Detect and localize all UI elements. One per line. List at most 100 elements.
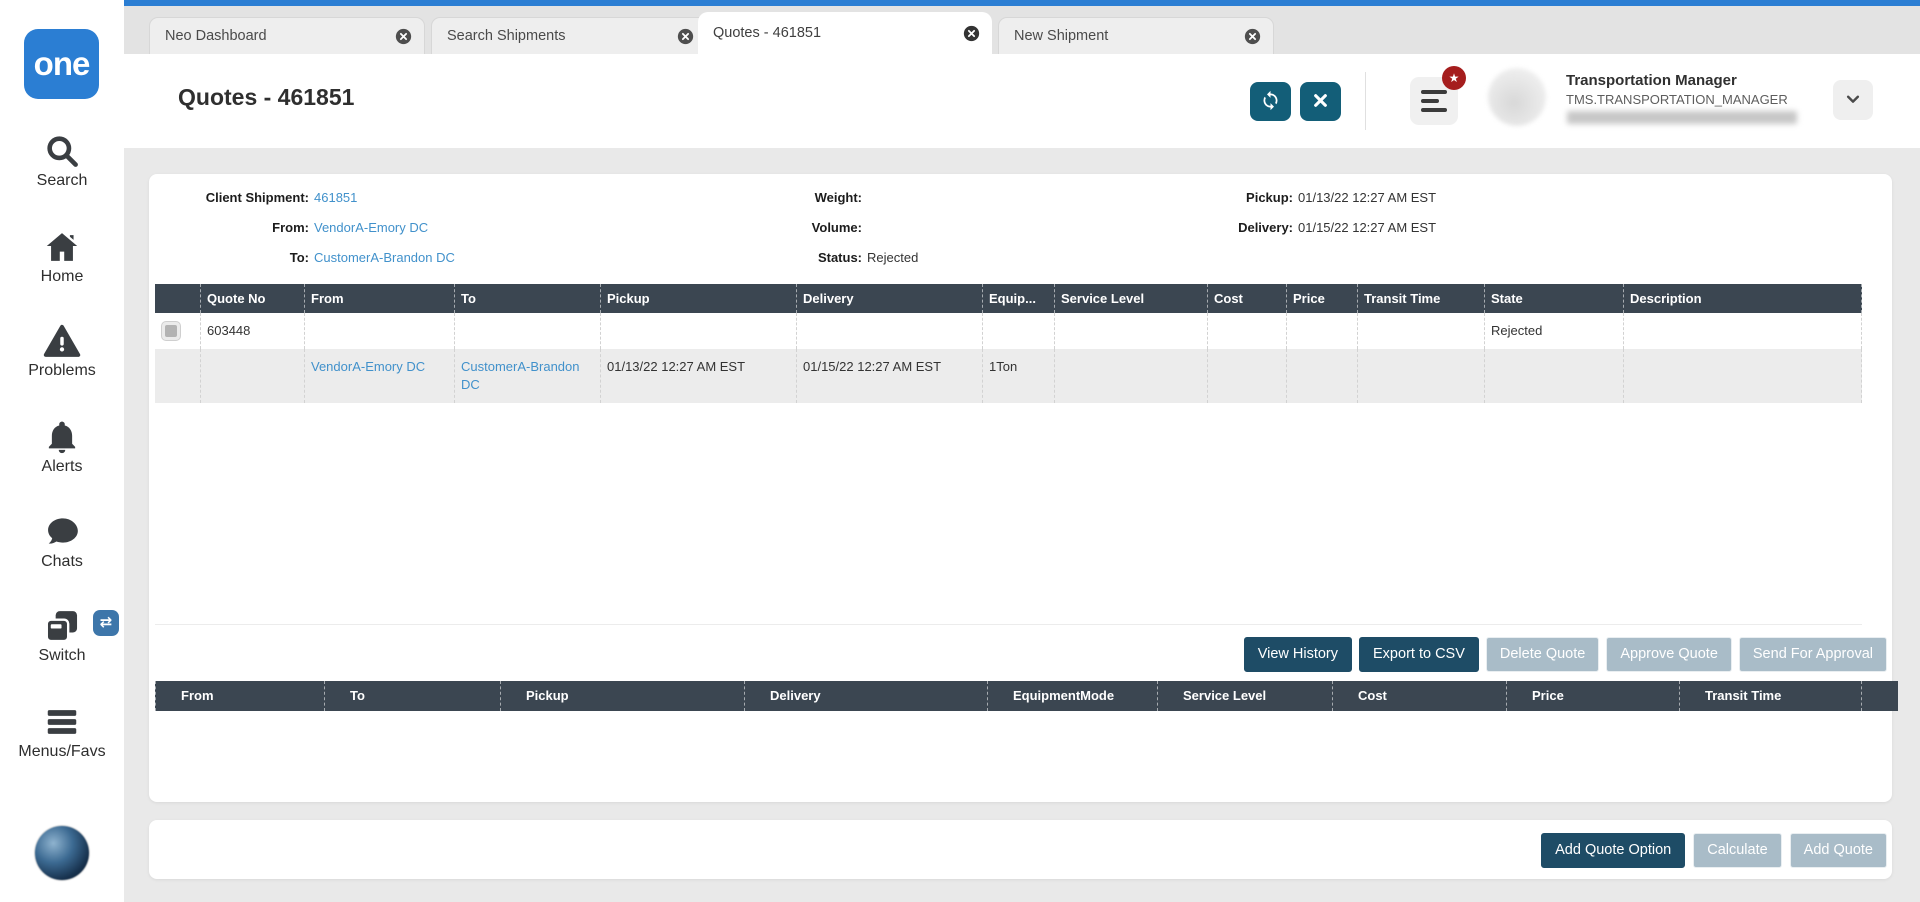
chevron-down-icon [1844,90,1862,111]
table-cell [1054,349,1207,403]
volume-label: Volume: [811,220,862,235]
tab-label: Search Shipments [447,28,566,44]
options-table-header: From To Pickup Delivery EquipmentMode Se… [155,681,1898,711]
approve-quote-button[interactable]: Approve Quote [1606,637,1732,672]
column-header[interactable]: Service Level [1054,284,1207,313]
column-header[interactable]: Price [1286,284,1357,313]
table-cell [1623,313,1862,349]
sidebar-item-search[interactable]: Search [0,132,124,190]
column-header[interactable]: To [454,284,600,313]
tab-label: Neo Dashboard [165,28,267,44]
home-icon [0,228,124,266]
quote-option-row[interactable]: VendorA-Emory DC CustomerA-Brandon DC 01… [155,349,1862,403]
footer-panel: Add Quote Option Calculate Add Quote [149,820,1892,879]
weight-row: Weight: [709,188,867,208]
column-header[interactable]: Delivery [744,681,987,711]
tab-search-shipments[interactable]: Search Shipments [431,17,707,54]
switch-version-badge[interactable]: ⇄ [93,610,119,636]
column-header[interactable]: Equip... [982,284,1054,313]
table-cell [796,313,982,349]
status-label: Status: [817,250,862,265]
table-cell [982,313,1054,349]
row-checkbox[interactable] [161,321,181,341]
option-from-link[interactable]: VendorA-Emory DC [311,359,425,374]
table-cell [1054,313,1207,349]
sidebar-item-home[interactable]: Home [0,228,124,286]
column-header[interactable]: EquipmentMode [987,681,1157,711]
column-header[interactable]: From [155,681,324,711]
sidebar-item-label: Switch [38,647,86,664]
column-header[interactable]: From [304,284,454,313]
from-label: From: [272,220,309,235]
export-to-csv-button[interactable]: Export to CSV [1359,637,1479,672]
quote-row[interactable]: 603448 Rejected [155,313,1862,349]
view-history-button[interactable]: View History [1243,637,1353,672]
send-for-approval-button[interactable]: Send For Approval [1738,637,1887,672]
table-cell [200,349,304,403]
quotes-panel: Client Shipment: 461851 From: VendorA-Em… [149,174,1898,802]
column-header[interactable]: Pickup [500,681,744,711]
sidebar-item-alerts[interactable]: Alerts [0,418,124,476]
add-quote-button[interactable]: Add Quote [1789,833,1887,868]
weight-label: Weight: [814,190,862,205]
column-header[interactable]: Pickup [600,284,796,313]
close-icon[interactable] [1244,28,1261,45]
client-shipment-link[interactable]: 461851 [314,190,357,205]
close-view-button[interactable] [1300,82,1341,121]
calculate-button[interactable]: Calculate [1693,833,1782,868]
table-cell [1357,313,1484,349]
sidebar-item-problems[interactable]: Problems [0,322,124,380]
column-header[interactable]: Transit Time [1357,284,1484,313]
close-icon[interactable] [963,25,980,42]
close-icon[interactable] [677,28,694,45]
option-pickup-cell: 01/13/22 12:27 AM EST [600,349,796,403]
table-cell [1286,313,1357,349]
delivery-value: 01/15/22 12:27 AM EST [1298,220,1437,235]
delete-quote-button[interactable]: Delete Quote [1485,637,1600,672]
column-header[interactable]: Cost [1332,681,1506,711]
table-cell [1484,349,1623,403]
column-header[interactable]: Cost [1207,284,1286,313]
user-menu-dropdown-button[interactable] [1833,80,1873,120]
column-header[interactable]: Service Level [1157,681,1332,711]
table-cell [600,313,796,349]
state-cell: Rejected [1484,313,1623,349]
column-header[interactable]: To [324,681,500,711]
tab-quotes-461851[interactable]: Quotes - 461851 [698,12,992,54]
table-cell [1207,313,1286,349]
sidebar-item-switch[interactable]: ⇄ Switch [0,607,124,665]
table-cell [454,313,600,349]
tab-neo-dashboard[interactable]: Neo Dashboard [149,17,425,54]
table-section-divider [155,624,1862,625]
close-icon[interactable] [395,28,412,45]
column-header[interactable]: Description [1623,284,1862,313]
refresh-button[interactable] [1250,82,1291,121]
tab-new-shipment[interactable]: New Shipment [998,17,1274,54]
sidebar-item-chats[interactable]: Chats [0,513,124,571]
user-name-redacted [1567,111,1797,124]
column-header[interactable]: Delivery [796,284,982,313]
warning-triangle-icon [0,322,124,360]
column-header[interactable]: Transit Time [1679,681,1862,711]
table-cell [1286,349,1357,403]
option-to-link[interactable]: CustomerA-Brandon DC [461,359,580,392]
column-header[interactable]: Price [1506,681,1679,711]
tab-bar: Neo Dashboard Search Shipments Quotes - … [124,6,1920,54]
table-cell [1623,349,1862,403]
user-avatar-bottom[interactable] [35,826,89,880]
sidebar-item-label: Alerts [41,458,83,475]
from-link[interactable]: VendorA-Emory DC [314,220,428,235]
quote-actions-toolbar: View History Export to CSV Delete Quote … [1243,637,1887,672]
to-link[interactable]: CustomerA-Brandon DC [314,250,455,265]
content-area: Client Shipment: 461851 From: VendorA-Em… [124,148,1920,902]
user-avatar[interactable] [1488,68,1546,126]
from-row: From: VendorA-Emory DC [149,218,428,238]
sidebar-item-menus-favs[interactable]: Menus/Favs [0,703,124,761]
add-quote-option-button[interactable]: Add Quote Option [1541,833,1686,868]
one-network-logo[interactable]: one [24,29,99,99]
column-header[interactable]: State [1484,284,1623,313]
sidebar-item-label: Menus/Favs [18,743,106,760]
table-cell [1357,349,1484,403]
column-header[interactable]: Quote No [200,284,304,313]
tab-label: Quotes - 461851 [713,25,822,41]
